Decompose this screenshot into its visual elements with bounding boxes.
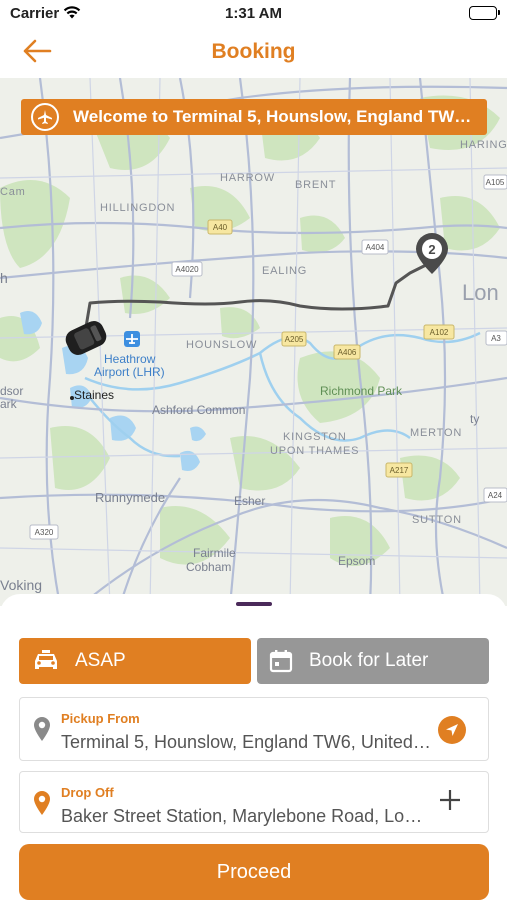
label-haringey: HARINGE <box>460 139 507 151</box>
taxi-icon <box>33 649 59 673</box>
label-fairmile: Fairmile <box>193 546 236 560</box>
label-london: Lon <box>462 280 499 305</box>
label-harrow: HARROW <box>220 172 275 184</box>
shield-a105: A105 <box>486 178 505 187</box>
sheet-drag-handle[interactable] <box>236 602 272 606</box>
welcome-text: Welcome to Terminal 5, Hounslow, England… <box>73 107 473 126</box>
label-heathrow-2: Airport (LHR) <box>94 365 165 379</box>
dropoff-pin-icon <box>33 790 51 816</box>
label-hounslow: HOUNSLOW <box>186 339 257 351</box>
label-heathrow-1: Heathrow <box>104 352 156 366</box>
label-sutton: SUTTON <box>412 514 462 526</box>
nav-bar: Booking <box>0 28 507 78</box>
shield-a217: A217 <box>390 466 409 475</box>
shield-a40: A40 <box>213 223 228 232</box>
pickup-value: Terminal 5, Hounslow, England TW6, Unite… <box>61 732 431 752</box>
asap-button[interactable]: ASAP <box>19 638 251 684</box>
label-runnymede: Runnymede <box>95 490 165 505</box>
shield-a205: A205 <box>285 335 304 344</box>
label-hillingdon: HILLINGDON <box>100 202 175 214</box>
dropoff-value: Baker Street Station, Marylebone Road, L… <box>61 806 431 826</box>
label-ealing: EALING <box>262 265 307 277</box>
current-location-icon[interactable] <box>438 716 466 744</box>
shield-a404: A404 <box>366 243 385 252</box>
shield-a24: A24 <box>488 491 503 500</box>
clock: 1:31 AM <box>225 5 282 22</box>
pickup-field[interactable]: Pickup From Terminal 5, Hounslow, Englan… <box>19 697 489 761</box>
shield-a3: A3 <box>491 334 501 343</box>
label-h: h <box>0 270 8 286</box>
staines-dot <box>70 396 74 400</box>
page-title: Booking <box>211 40 296 63</box>
label-ark: ark <box>0 397 18 411</box>
book-later-button[interactable]: Book for Later <box>257 638 489 684</box>
plane-icon <box>31 103 59 131</box>
shield-a4020: A4020 <box>175 265 199 274</box>
shield-a320: A320 <box>35 528 54 537</box>
battery-icon <box>469 6 500 20</box>
label-kingston-2: UPON THAMES <box>270 445 359 457</box>
location-pin-icon <box>33 716 51 742</box>
booking-sheet: ASAP Book for Later Pickup From Terminal… <box>0 594 507 900</box>
add-stop-icon[interactable] <box>438 788 462 812</box>
proceed-button[interactable]: Proceed <box>19 844 489 900</box>
label-richmond: Richmond Park <box>320 384 403 398</box>
asap-label: ASAP <box>75 650 126 671</box>
pickup-label: Pickup From <box>61 711 140 726</box>
label-dsor: dsor <box>0 384 23 398</box>
label-woking: Voking <box>0 577 42 593</box>
label-ashford: Ashford Common <box>152 403 245 417</box>
welcome-banner: Welcome to Terminal 5, Hounslow, England… <box>21 99 487 135</box>
label-kingston-1: KINGSTON <box>283 431 347 443</box>
calendar-icon <box>269 649 293 673</box>
shield-a406: A406 <box>338 348 357 357</box>
label-staines: Staines <box>74 388 114 402</box>
label-camden: Cam <box>0 186 26 198</box>
dropoff-field[interactable]: Drop Off Baker Street Station, Marylebon… <box>19 771 489 833</box>
book-later-label: Book for Later <box>309 650 429 671</box>
label-cobham: Cobham <box>186 560 231 574</box>
map-view[interactable]: A40 A4020 A404 A205 A406 A102 A217 A320 … <box>0 78 507 606</box>
label-esher: Esher <box>234 494 265 508</box>
label-brent: BRENT <box>295 179 336 191</box>
label-merton: MERTON <box>410 427 462 439</box>
destination-number: 2 <box>428 242 435 257</box>
shield-a102: A102 <box>430 328 449 337</box>
status-bar: Carrier 1:31 AM <box>0 0 507 28</box>
dropoff-label: Drop Off <box>61 785 114 800</box>
label-epsom: Epsom <box>338 554 375 568</box>
label-ty: ty <box>470 412 479 426</box>
